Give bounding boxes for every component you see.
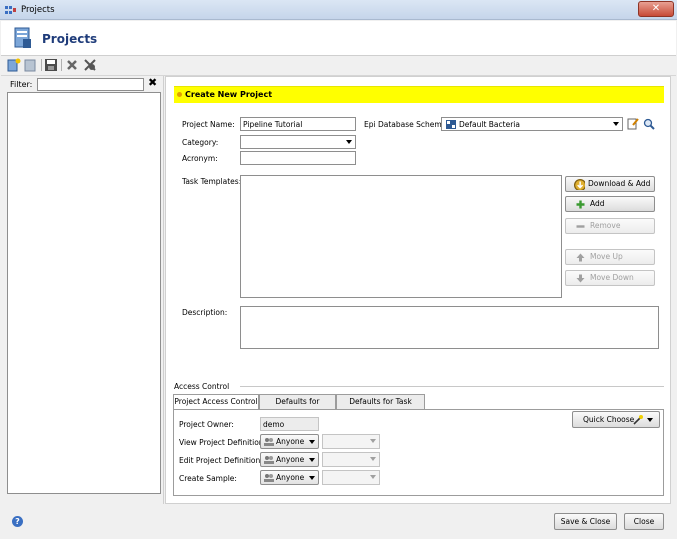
tab-project-access-control[interactable]: Project Access Control: [173, 394, 259, 410]
toolbar-separator: [61, 59, 62, 71]
toolbar: [1, 57, 676, 75]
add-label: Add: [590, 199, 605, 208]
help-icon[interactable]: ?: [12, 516, 23, 527]
download-add-label: Download & Add: [588, 179, 651, 188]
epi-scheme-value: Default Bacteria: [459, 120, 520, 129]
edit-definition-value: Anyone: [276, 455, 305, 464]
view-definition-select[interactable]: Anyone: [260, 434, 319, 449]
epi-scheme-select[interactable]: Default Bacteria: [441, 117, 623, 131]
project-name-input[interactable]: Pipeline Tutorial: [240, 117, 356, 131]
save-close-button[interactable]: Save & Close: [554, 513, 617, 530]
chevron-down-icon: [346, 140, 352, 144]
remove-icon[interactable]: [65, 58, 79, 72]
add-template-button[interactable]: Add: [565, 196, 655, 212]
tab-defaults-samples[interactable]: Defaults for Samples: [259, 394, 336, 419]
move-down-label: Move Down: [590, 273, 634, 282]
banner-title: Create New Project: [185, 90, 273, 99]
move-up-label: Move Up: [590, 252, 623, 261]
clear-filter-icon[interactable]: ✖: [148, 77, 160, 89]
move-down-button[interactable]: Move Down: [565, 270, 655, 286]
acronym-label: Acronym:: [182, 154, 218, 163]
close-button[interactable]: Close: [624, 513, 664, 530]
description-input[interactable]: [240, 306, 659, 349]
chevron-down-icon: [613, 122, 619, 126]
create-sample-select[interactable]: Anyone: [260, 470, 319, 485]
delete-project-icon[interactable]: [24, 58, 38, 72]
remove-template-button[interactable]: Remove: [565, 218, 655, 234]
toolbar-separator: [41, 59, 42, 71]
arrow-up-icon: [576, 253, 585, 262]
filter-label: Filter:: [10, 80, 33, 89]
title-bar: Projects ✕: [0, 0, 677, 20]
chevron-down-icon: [647, 418, 653, 422]
create-project-banner: Create New Project: [174, 86, 664, 103]
category-select[interactable]: [240, 135, 356, 149]
edit-definition-secondary-select[interactable]: [322, 452, 380, 467]
window-close-button[interactable]: ✕: [638, 1, 674, 17]
create-sample-value: Anyone: [276, 473, 305, 482]
download-add-button[interactable]: Download & Add: [565, 176, 655, 192]
edit-definition-label: Edit Project Definition:: [179, 456, 263, 465]
chevron-down-icon: [370, 439, 376, 443]
group-icon: [264, 456, 274, 464]
window-title: Projects: [21, 5, 55, 15]
download-icon: [574, 179, 585, 190]
plus-icon: [576, 200, 585, 209]
group-icon: [264, 438, 274, 446]
project-name-label: Project Name:: [182, 120, 235, 129]
group-icon: [264, 474, 274, 482]
create-sample-label: Create Sample:: [179, 474, 237, 483]
wand-icon: [633, 415, 643, 425]
category-label: Category:: [182, 138, 219, 147]
filter-input[interactable]: [37, 78, 144, 91]
new-project-icon[interactable]: [7, 58, 21, 72]
project-tree[interactable]: [7, 92, 161, 494]
chevron-down-icon: [370, 457, 376, 461]
arrow-down-icon: [576, 274, 585, 283]
panel-splitter[interactable]: [163, 76, 164, 504]
acronym-input[interactable]: [240, 151, 356, 165]
page-header: Projects: [1, 21, 676, 56]
database-icon: [446, 120, 456, 129]
project-owner-label: Project Owner:: [179, 420, 234, 429]
epi-scheme-label: Epi Database Scheme:: [364, 120, 449, 129]
project-owner-value: demo: [260, 417, 319, 431]
tab-defaults-task-entries[interactable]: Defaults for Task Entries: [336, 394, 425, 419]
access-control-label: Access Control: [174, 382, 230, 391]
task-templates-list[interactable]: [240, 175, 562, 298]
edit-definition-select[interactable]: Anyone: [260, 452, 319, 467]
task-templates-label: Task Templates:: [182, 177, 242, 186]
bullet-icon: [177, 92, 182, 97]
quick-choose-button[interactable]: Quick Choose: [572, 411, 660, 428]
app-icon: [5, 6, 16, 14]
search-scheme-icon[interactable]: [643, 118, 655, 130]
remove-label: Remove: [590, 221, 621, 230]
view-definition-value: Anyone: [276, 437, 305, 446]
quick-choose-label: Quick Choose: [583, 415, 635, 424]
view-definition-label: View Project Definition:: [179, 438, 267, 447]
chevron-down-icon: [309, 476, 315, 480]
page-title: Projects: [42, 32, 98, 46]
view-definition-secondary-select[interactable]: [322, 434, 380, 449]
settings-icon[interactable]: [83, 58, 97, 72]
access-control-divider: [240, 386, 664, 387]
description-label: Description:: [182, 308, 228, 317]
chevron-down-icon: [309, 440, 315, 444]
edit-scheme-icon[interactable]: [627, 117, 639, 130]
minus-icon: [576, 225, 585, 228]
save-icon[interactable]: [44, 58, 58, 72]
chevron-down-icon: [309, 458, 315, 462]
create-sample-secondary-select[interactable]: [322, 470, 380, 485]
move-up-button[interactable]: Move Up: [565, 249, 655, 265]
chevron-down-icon: [370, 475, 376, 479]
projects-icon: [14, 27, 31, 48]
